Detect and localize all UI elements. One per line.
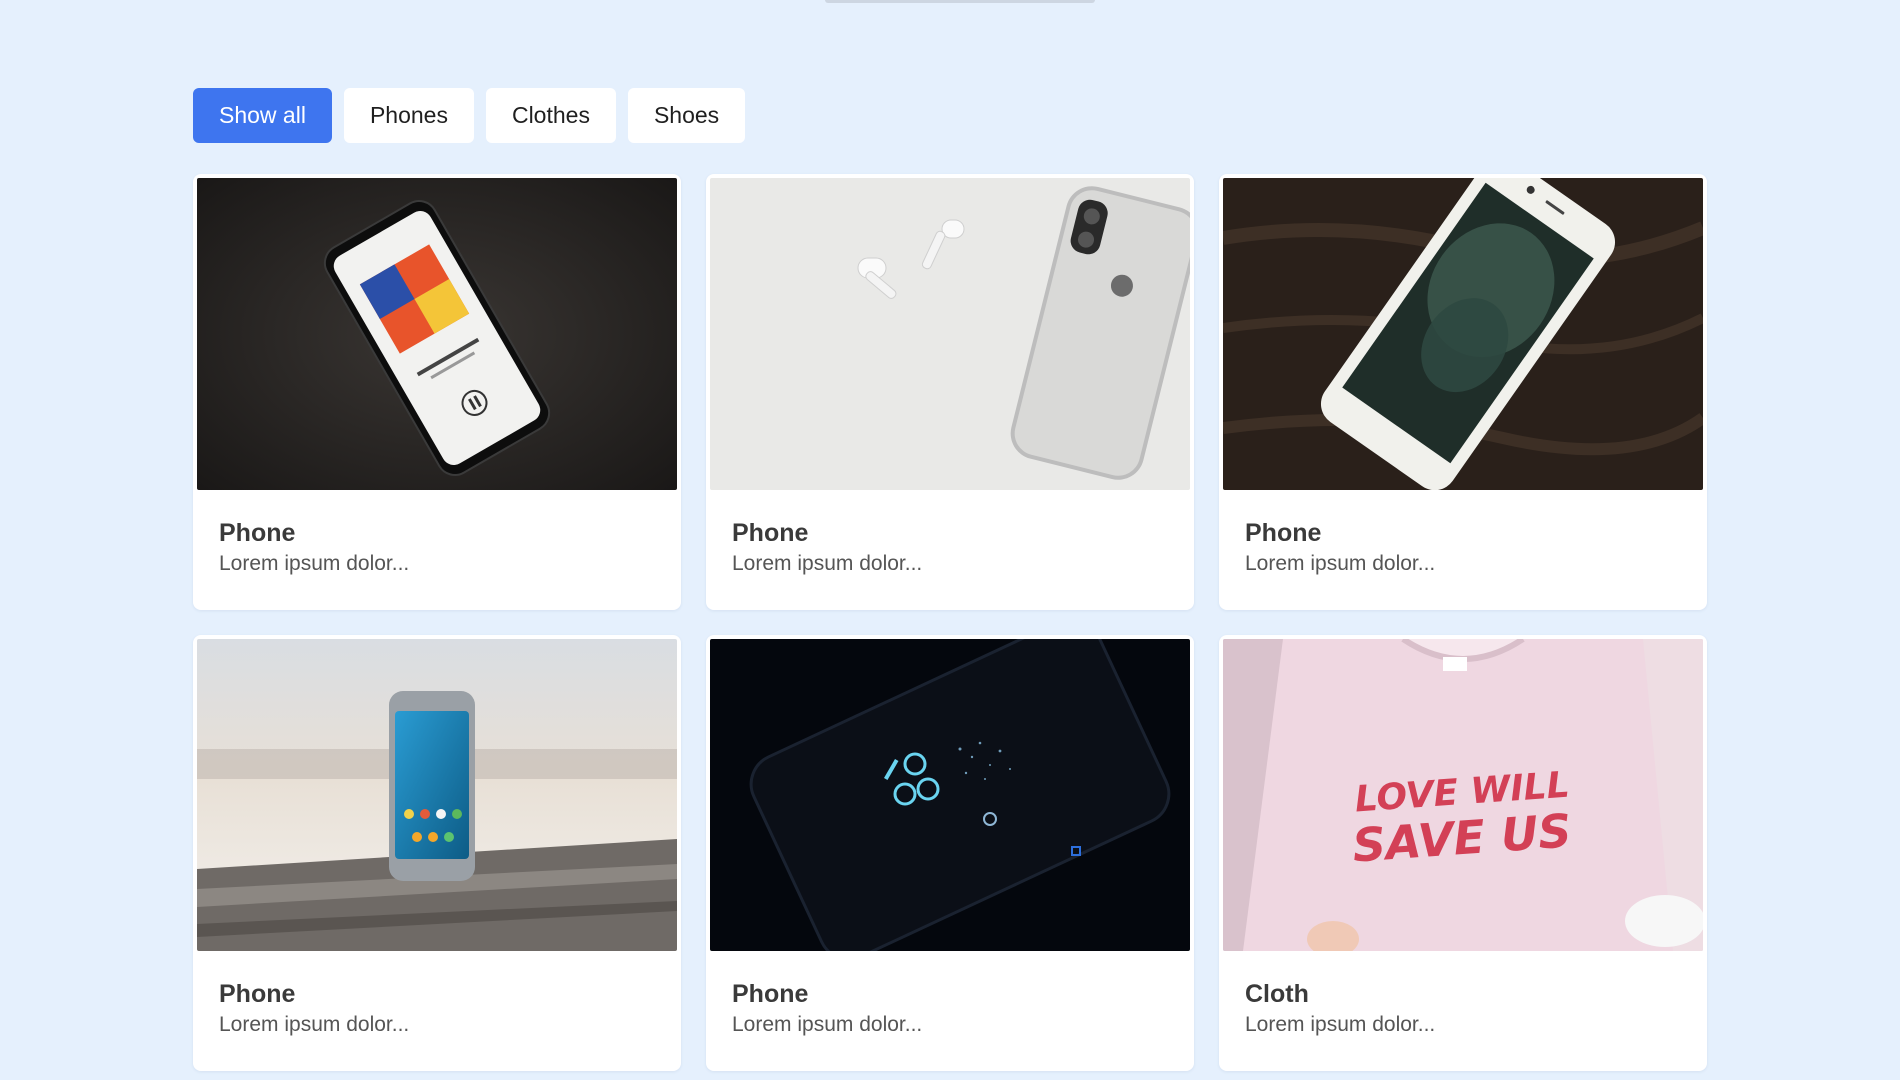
filter-bar: Show all Phones Clothes Shoes bbox=[193, 88, 746, 143]
product-image bbox=[197, 178, 677, 490]
product-card[interactable]: Phone Lorem ipsum dolor... bbox=[193, 635, 681, 1071]
product-card[interactable]: LOVE WILL SAVE US Cloth Lorem ipsum dolo… bbox=[1219, 635, 1707, 1071]
filter-shoes-button[interactable]: Shoes bbox=[627, 88, 746, 143]
product-card[interactable]: Phone Lorem ipsum dolor... bbox=[706, 174, 1194, 610]
card-description: Lorem ipsum dolor... bbox=[219, 552, 410, 575]
card-description: Lorem ipsum dolor... bbox=[219, 1013, 410, 1036]
product-image bbox=[197, 639, 677, 951]
product-grid: Phone Lorem ipsum dolor... Phone Lorem i… bbox=[193, 174, 1707, 1071]
product-card[interactable]: Phone Lorem ipsum dolor... bbox=[193, 174, 681, 610]
filter-clothes-button[interactable]: Clothes bbox=[485, 88, 616, 143]
filter-phones-button[interactable]: Phones bbox=[343, 88, 474, 143]
product-image: LOVE WILL SAVE US bbox=[1223, 639, 1703, 951]
product-image bbox=[710, 178, 1190, 490]
product-card[interactable]: Phone Lorem ipsum dolor... bbox=[1219, 174, 1707, 610]
card-title: Phone bbox=[1245, 519, 1322, 547]
product-image bbox=[1223, 178, 1703, 490]
card-description: Lorem ipsum dolor... bbox=[1245, 1013, 1436, 1036]
product-card[interactable]: Phone Lorem ipsum dolor... bbox=[706, 635, 1194, 1071]
card-title: Phone bbox=[732, 519, 809, 547]
shirt-print: LOVE WILL SAVE US bbox=[1351, 765, 1573, 873]
top-handle bbox=[825, 0, 1095, 3]
card-title: Cloth bbox=[1245, 980, 1309, 1008]
card-description: Lorem ipsum dolor... bbox=[732, 552, 923, 575]
product-image bbox=[710, 639, 1190, 951]
card-title: Phone bbox=[219, 519, 296, 547]
card-title: Phone bbox=[219, 980, 296, 1008]
filter-show-all-button[interactable]: Show all bbox=[193, 88, 332, 143]
card-description: Lorem ipsum dolor... bbox=[732, 1013, 923, 1036]
card-description: Lorem ipsum dolor... bbox=[1245, 552, 1436, 575]
card-title: Phone bbox=[732, 980, 809, 1008]
